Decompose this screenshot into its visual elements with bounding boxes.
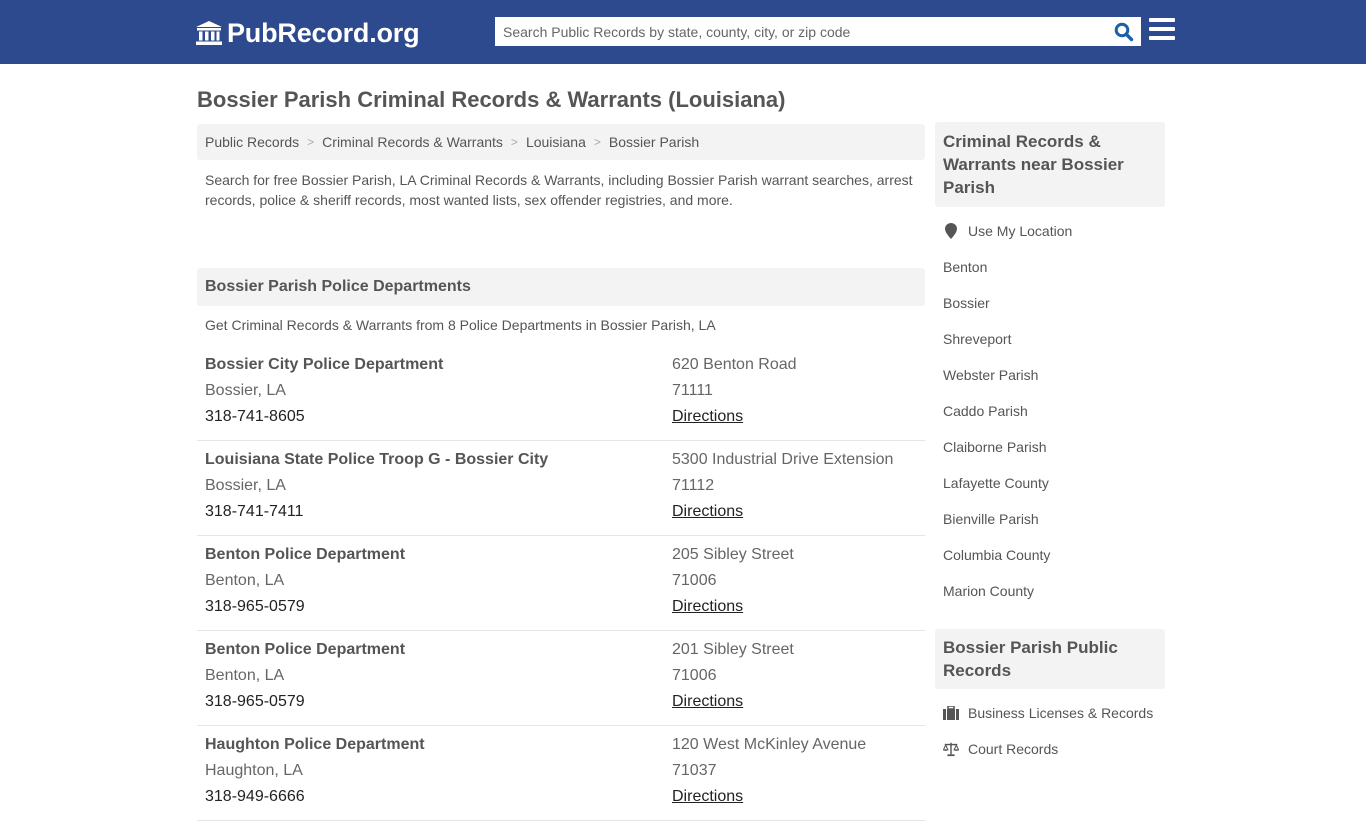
nearby-link-bienville-parish[interactable]: Bienville Parish	[935, 501, 1165, 537]
department-zip: 71006	[672, 572, 717, 589]
page-title: Bossier Parish Criminal Records & Warran…	[197, 87, 786, 112]
department-zip: 71111	[672, 382, 713, 399]
department-zip: 71037	[672, 762, 717, 779]
department-name[interactable]: Louisiana State Police Troop G - Bossier…	[205, 447, 645, 473]
intro-text: Search for free Bossier Parish, LA Crimi…	[205, 172, 913, 208]
directions-link[interactable]: Directions	[672, 693, 743, 710]
public-records-heading: Bossier Parish Public Records	[935, 629, 1165, 689]
breadcrumb-criminal-records[interactable]: Criminal Records & Warrants	[322, 134, 503, 150]
hamburger-menu-button[interactable]	[1149, 18, 1175, 42]
department-city: Haughton, LA	[205, 762, 303, 779]
department-city: Bossier, LA	[205, 382, 286, 399]
main-content: Public Records > Criminal Records & Warr…	[197, 124, 925, 821]
department-listing: Benton Police Department Benton, LA 318-…	[197, 536, 925, 631]
nearby-link-claiborne-parish[interactable]: Claiborne Parish	[935, 429, 1165, 465]
department-address: 620 Benton Road	[672, 356, 797, 373]
menu-bar-icon	[1149, 27, 1175, 31]
search-input[interactable]	[495, 17, 1107, 46]
breadcrumb-separator-icon: >	[593, 135, 601, 149]
section-heading: Bossier Parish Police Departments	[197, 268, 925, 306]
nearby-link-benton[interactable]: Benton	[935, 249, 1165, 285]
department-phone[interactable]: 318-949-6666	[205, 784, 645, 810]
use-my-location-label: Use My Location	[968, 223, 1073, 239]
map-marker-icon	[943, 223, 959, 239]
department-listing: Haughton Police Department Haughton, LA …	[197, 726, 925, 821]
sidebar: Criminal Records & Warrants near Bossier…	[935, 122, 1165, 767]
breadcrumb-louisiana[interactable]: Louisiana	[526, 134, 586, 150]
breadcrumb-public-records[interactable]: Public Records	[205, 134, 299, 150]
directions-link[interactable]: Directions	[672, 503, 743, 520]
search-button[interactable]	[1107, 17, 1141, 46]
breadcrumb-bossier-parish[interactable]: Bossier Parish	[609, 134, 699, 150]
department-listing: Bossier City Police Department Bossier, …	[197, 346, 925, 441]
nearby-link-marion-county[interactable]: Marion County	[935, 573, 1165, 609]
menu-bar-icon	[1149, 18, 1175, 22]
department-city: Benton, LA	[205, 572, 285, 589]
department-address: 201 Sibley Street	[672, 641, 794, 658]
department-listing: Benton Police Department Benton, LA 318-…	[197, 631, 925, 726]
department-address: 5300 Industrial Drive Extension	[672, 451, 894, 468]
department-name[interactable]: Benton Police Department	[205, 637, 645, 663]
directions-link[interactable]: Directions	[672, 788, 743, 805]
briefcase-icon	[943, 705, 959, 721]
department-phone[interactable]: 318-965-0579	[205, 689, 645, 715]
nearby-link-bossier[interactable]: Bossier	[935, 285, 1165, 321]
nearby-list: Use My Location Benton Bossier Shrevepor…	[935, 207, 1165, 609]
department-phone[interactable]: 318-741-8605	[205, 404, 645, 430]
department-phone[interactable]: 318-965-0579	[205, 594, 645, 620]
department-name[interactable]: Bossier City Police Department	[205, 352, 645, 378]
business-licenses-label: Business Licenses & Records	[968, 705, 1154, 721]
directions-link[interactable]: Directions	[672, 408, 743, 425]
nearby-heading: Criminal Records & Warrants near Bossier…	[935, 122, 1165, 207]
menu-bar-icon	[1149, 36, 1175, 40]
nearby-link-columbia-county[interactable]: Columbia County	[935, 537, 1165, 573]
public-records-list: Business Licenses & Records Court Record…	[935, 689, 1165, 767]
department-zip: 71112	[672, 477, 715, 494]
section-subheading: Get Criminal Records & Warrants from 8 P…	[205, 317, 716, 333]
department-listing: Louisiana State Police Troop G - Bossier…	[197, 441, 925, 536]
logo-text: PubRecord.org	[227, 17, 420, 48]
courthouse-icon	[195, 20, 223, 46]
department-city: Bossier, LA	[205, 477, 286, 494]
department-address: 205 Sibley Street	[672, 546, 794, 563]
search-bar	[495, 17, 1141, 46]
site-logo[interactable]: PubRecord.org	[195, 17, 420, 49]
search-icon	[1114, 22, 1134, 41]
breadcrumb-separator-icon: >	[510, 135, 518, 149]
scale-icon	[943, 741, 959, 757]
department-name[interactable]: Haughton Police Department	[205, 732, 645, 758]
department-phone[interactable]: 318-741-7411	[205, 499, 645, 525]
department-name[interactable]: Benton Police Department	[205, 542, 645, 568]
court-records-link[interactable]: Court Records	[935, 731, 1165, 767]
breadcrumb: Public Records > Criminal Records & Warr…	[197, 124, 925, 160]
nearby-link-shreveport[interactable]: Shreveport	[935, 321, 1165, 357]
use-my-location-link[interactable]: Use My Location	[935, 213, 1165, 249]
nearby-link-webster-parish[interactable]: Webster Parish	[935, 357, 1165, 393]
department-city: Benton, LA	[205, 667, 285, 684]
department-list: Bossier City Police Department Bossier, …	[197, 346, 925, 821]
business-licenses-link[interactable]: Business Licenses & Records	[935, 695, 1165, 731]
court-records-label: Court Records	[968, 741, 1059, 757]
nearby-link-caddo-parish[interactable]: Caddo Parish	[935, 393, 1165, 429]
nearby-link-lafayette-county[interactable]: Lafayette County	[935, 465, 1165, 501]
site-header: PubRecord.org	[0, 0, 1366, 64]
department-zip: 71006	[672, 667, 717, 684]
breadcrumb-separator-icon: >	[307, 135, 315, 149]
directions-link[interactable]: Directions	[672, 598, 743, 615]
department-address: 120 West McKinley Avenue	[672, 736, 867, 753]
